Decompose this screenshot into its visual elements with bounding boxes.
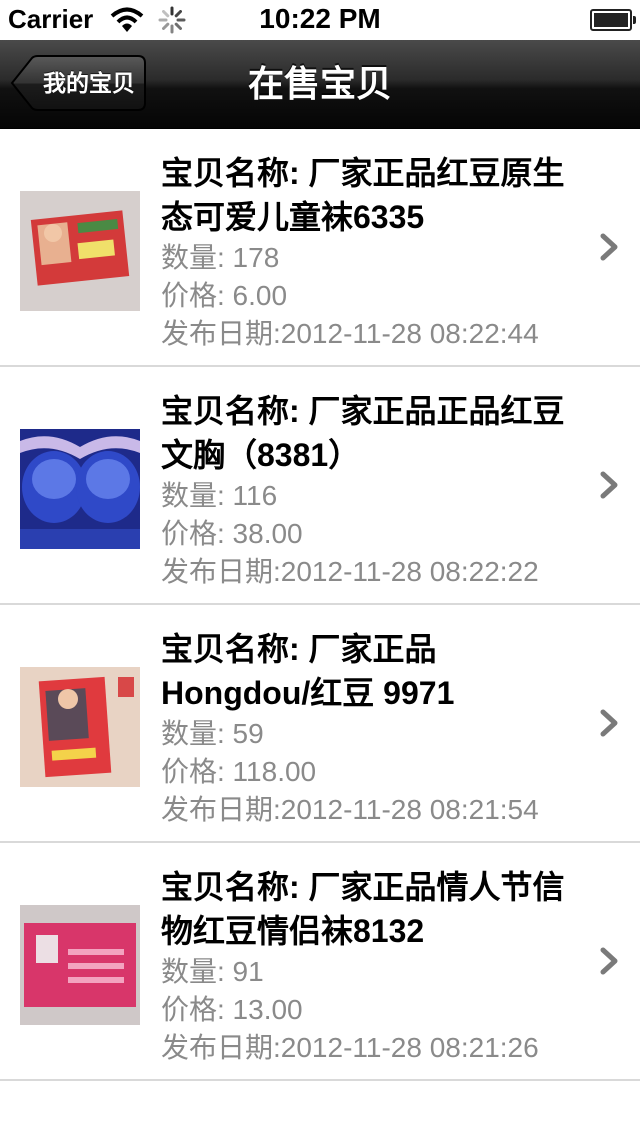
chevron-right-icon bbox=[600, 947, 618, 975]
product-thumbnail bbox=[20, 905, 140, 1025]
navigation-bar: 我的宝贝 在售宝贝 bbox=[0, 40, 640, 129]
product-thumbnail bbox=[20, 667, 140, 787]
list-item[interactable]: 宝贝名称: 厂家正品情人节信物红豆情侣袜8132 数量: 91 价格: 13.0… bbox=[0, 843, 640, 1081]
product-quantity: 数量: 178 bbox=[161, 242, 280, 273]
chevron-right-icon bbox=[600, 471, 618, 499]
product-name: 宝贝名称: 厂家正品情人节信物红豆情侣袜8132 bbox=[161, 869, 565, 949]
status-bar: Carrier 10:22 PM bbox=[0, 0, 640, 40]
list-item[interactable]: 宝贝名称: 厂家正品Hongdou/红豆 9971 数量: 59 价格: 118… bbox=[0, 605, 640, 843]
product-date: 发布日期:2012-11-28 08:21:54 bbox=[161, 794, 539, 825]
product-date: 发布日期:2012-11-28 08:22:22 bbox=[161, 556, 539, 587]
product-date: 发布日期:2012-11-28 08:21:26 bbox=[161, 1032, 539, 1063]
status-time: 10:22 PM bbox=[259, 3, 381, 34]
product-list: 宝贝名称: 厂家正品红豆原生态可爱儿童袜6335 数量: 178 价格: 6.0… bbox=[0, 129, 640, 1081]
product-price: 价格: 6.00 bbox=[161, 280, 288, 311]
page-title: 在售宝贝 bbox=[247, 63, 392, 104]
product-thumbnail bbox=[20, 429, 140, 549]
product-quantity: 数量: 91 bbox=[161, 956, 264, 987]
list-item[interactable]: 宝贝名称: 厂家正品正品红豆文胸（8381） 数量: 116 价格: 38.00… bbox=[0, 367, 640, 605]
product-date: 发布日期:2012-11-28 08:22:44 bbox=[161, 318, 539, 349]
product-name: 宝贝名称: 厂家正品红豆原生态可爱儿童袜6335 bbox=[161, 155, 565, 235]
product-price: 价格: 118.00 bbox=[161, 756, 317, 787]
battery-icon bbox=[590, 9, 636, 31]
chevron-right-icon bbox=[600, 709, 618, 737]
product-price: 价格: 13.00 bbox=[161, 994, 303, 1025]
product-quantity: 数量: 59 bbox=[161, 718, 264, 749]
list-item[interactable]: 宝贝名称: 厂家正品红豆原生态可爱儿童袜6335 数量: 178 价格: 6.0… bbox=[0, 129, 640, 367]
product-quantity: 数量: 116 bbox=[161, 480, 278, 511]
product-thumbnail bbox=[20, 191, 140, 311]
product-name: 宝贝名称: 厂家正品正品红豆文胸（8381） bbox=[161, 393, 565, 473]
chevron-right-icon bbox=[600, 233, 618, 261]
product-name: 宝贝名称: 厂家正品Hongdou/红豆 9971 bbox=[161, 631, 455, 711]
product-price: 价格: 38.00 bbox=[161, 518, 303, 549]
